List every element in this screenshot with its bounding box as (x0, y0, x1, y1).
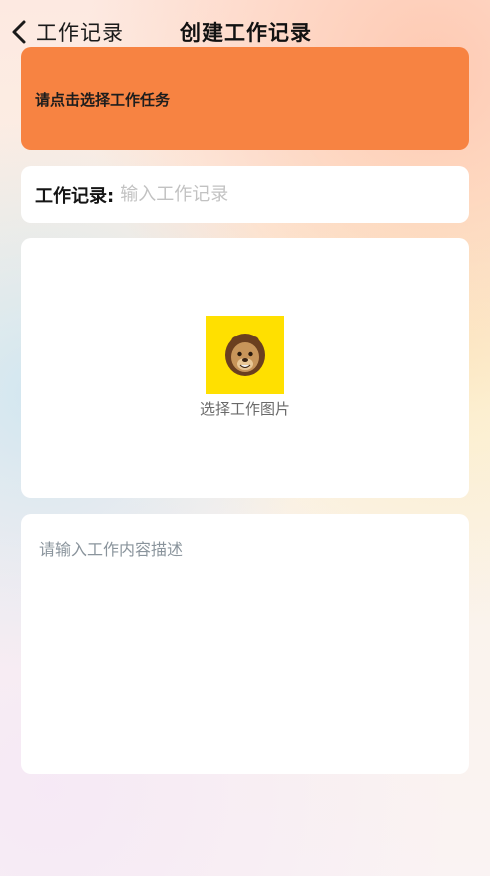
image-thumbnail (206, 316, 284, 394)
description-card (21, 514, 469, 774)
page-title: 创建工作记录 (180, 21, 312, 45)
select-task-label: 请点击选择工作任务 (35, 91, 171, 109)
back-button[interactable]: 工作记录 (10, 16, 124, 48)
back-label: 工作记录 (36, 21, 124, 45)
select-image-button[interactable]: 选择工作图片 (21, 316, 469, 419)
record-input[interactable] (120, 184, 421, 205)
image-card: 选择工作图片 (21, 238, 469, 498)
select-image-label: 选择工作图片 (199, 400, 290, 418)
select-task-button[interactable]: 请点击选择工作任务 (21, 47, 469, 150)
chevron-left-icon (12, 20, 26, 44)
record-field: 工作记录: (21, 166, 469, 223)
description-textarea[interactable] (39, 536, 449, 756)
lion-avatar-icon (225, 334, 265, 376)
record-field-label: 工作记录: (35, 185, 115, 207)
